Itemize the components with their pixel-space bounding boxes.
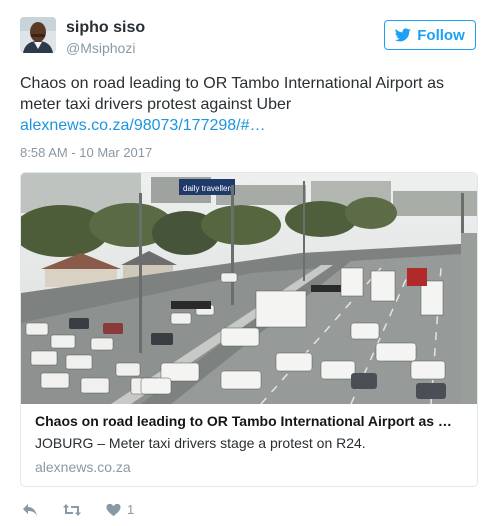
reply-button[interactable] [22,503,38,517]
retweet-icon [63,503,81,516]
twitter-bird-icon [395,28,411,42]
tweet-text-block: Chaos on road leading to OR Tambo Intern… [20,73,470,136]
tweet-text: Chaos on road leading to OR Tambo Intern… [20,75,444,113]
avatar-image [20,17,56,53]
heart-icon [106,503,121,516]
retweet-button[interactable] [62,503,82,517]
follow-button-label: Follow [417,26,465,44]
billboard-text: daily travellers [183,184,234,193]
tweet-timestamp[interactable]: 8:58 AM - 10 Mar 2017 [20,145,152,160]
card-image: daily travellers [21,173,477,404]
card-title[interactable]: Chaos on road leading to OR Tambo Intern… [35,411,465,431]
highway-traffic-photo: daily travellers [21,173,477,404]
tweet-link[interactable]: alexnews.co.za/98073/177298/#… [20,115,470,136]
tweet-actions: 1 [22,502,158,517]
reply-icon [23,503,37,516]
avatar[interactable] [20,17,56,53]
link-card[interactable]: daily travellers Chaos on road leading t… [20,172,478,487]
card-description: JOBURG – Meter taxi drivers stage a prot… [35,435,366,451]
like-button[interactable]: 1 [106,502,134,517]
card-body: Chaos on road leading to OR Tambo Intern… [35,411,465,477]
like-count: 1 [127,502,135,517]
user-handle[interactable]: @Msiphozi [66,40,135,56]
follow-button[interactable]: Follow [384,20,476,50]
card-domain[interactable]: alexnews.co.za [35,457,465,477]
user-name[interactable]: sipho siso [66,19,145,37]
